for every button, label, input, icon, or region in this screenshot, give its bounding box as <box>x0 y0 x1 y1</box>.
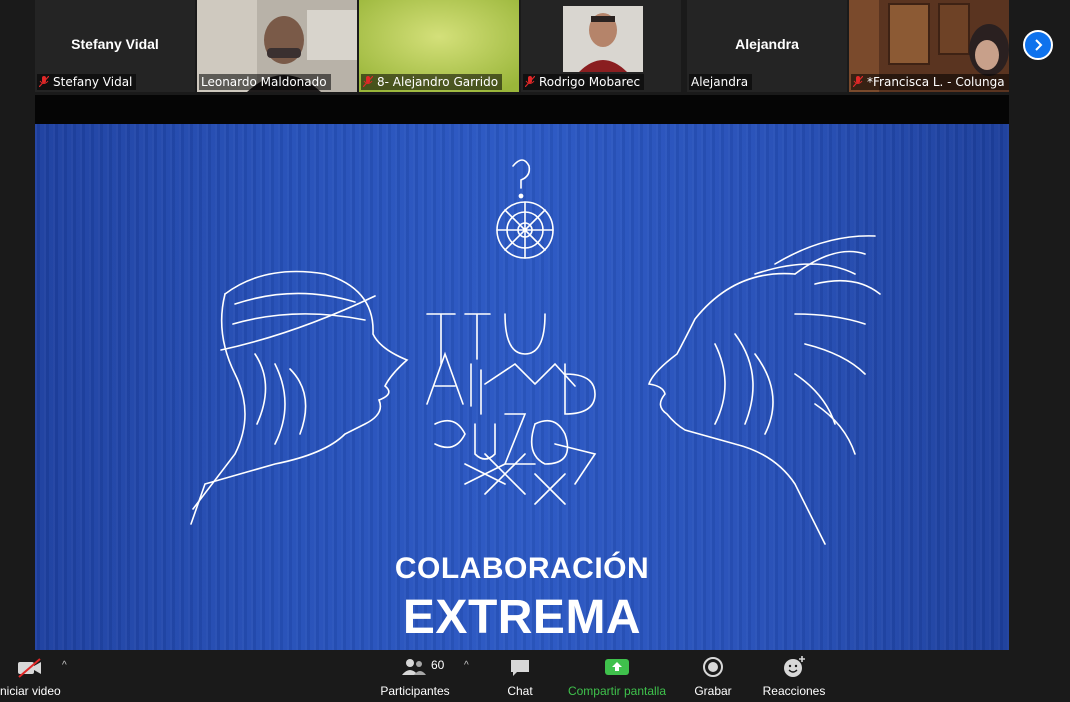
participant-label: Stefany Vidal <box>37 74 137 90</box>
participant-tile[interactable]: Stefany Vidal Stefany Vidal <box>35 0 195 92</box>
participant-tile[interactable]: *Francisca L. - Colunga <box>849 0 1009 92</box>
participant-tile[interactable]: Alejandra Alejandra <box>687 0 847 92</box>
slide-title-line2: EXTREMA <box>402 591 642 644</box>
participant-label: Leonardo Maldonado <box>199 74 331 90</box>
shared-screen: COLABORACIÓN EXTREMA <box>35 95 1009 650</box>
participant-name: Stefany Vidal <box>71 36 159 52</box>
record-icon <box>703 657 723 677</box>
mic-muted-icon <box>363 76 373 87</box>
reactions-label: Reacciones <box>762 684 826 698</box>
participant-label: 8- Alejandro Garrido <box>361 74 503 90</box>
meeting-toolbar: niciar video ^ 60 Participantes ^ Chat C… <box>0 652 1070 702</box>
share-screen-label: Compartir pantalla <box>567 684 667 698</box>
participant-label-text: 8- Alejandro Garrido <box>377 75 499 89</box>
next-page-button[interactable] <box>1023 30 1053 60</box>
participant-name: Alejandra <box>735 36 799 52</box>
participant-label: Alejandra <box>689 74 753 90</box>
participant-tile[interactable]: Rodrigo Mobarec <box>521 0 681 92</box>
video-off-icon <box>18 658 41 678</box>
presentation-slide: COLABORACIÓN EXTREMA <box>35 124 1009 650</box>
video-options-caret-icon[interactable]: ^ <box>62 660 67 671</box>
start-video-button[interactable]: niciar video <box>0 652 66 702</box>
participants-button[interactable]: 60 Participantes <box>372 652 458 702</box>
participants-count: 60 <box>431 658 445 672</box>
participants-options-caret-icon[interactable]: ^ <box>464 660 469 671</box>
start-video-label: niciar video <box>0 684 61 698</box>
chevron-right-icon <box>1035 39 1043 51</box>
participant-label-text: Leonardo Maldonado <box>201 75 327 89</box>
participant-label-text: Rodrigo Mobarec <box>539 75 641 89</box>
slide-title-line1: COLABORACIÓN <box>394 552 650 585</box>
participant-label: Rodrigo Mobarec <box>523 74 645 90</box>
participant-strip: Stefany Vidal Stefany Vidal Leonardo Mal… <box>0 0 1070 94</box>
mic-muted-icon <box>853 76 863 87</box>
chat-label: Chat <box>507 684 533 698</box>
chat-button[interactable]: Chat <box>500 652 540 702</box>
record-label: Grabar <box>694 684 732 698</box>
mic-muted-icon <box>525 76 535 87</box>
participant-label-text: Stefany Vidal <box>53 75 133 89</box>
record-button[interactable]: Grabar <box>690 652 736 702</box>
participant-label: *Francisca L. - Colunga <box>851 74 1009 90</box>
reactions-button[interactable]: Reacciones <box>760 652 828 702</box>
participants-icon <box>402 659 426 675</box>
reactions-icon <box>784 656 805 677</box>
share-screen-icon <box>605 659 629 675</box>
chat-icon <box>511 660 529 676</box>
participant-label-text: *Francisca L. - Colunga <box>867 75 1005 89</box>
share-screen-button[interactable]: Compartir pantalla <box>564 652 670 702</box>
mic-muted-icon <box>39 76 49 87</box>
participant-label-text: Alejandra <box>691 75 749 89</box>
participant-tile[interactable]: 8- Alejandro Garrido <box>359 0 519 92</box>
participants-label: Participantes <box>380 684 450 698</box>
participant-tile[interactable]: Leonardo Maldonado <box>197 0 357 92</box>
